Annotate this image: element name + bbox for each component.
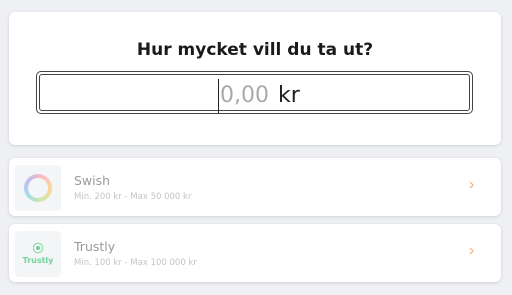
withdraw-title: Hur mycket vill du ta ut?: [136, 40, 374, 60]
method-name-swish: Swish: [74, 173, 111, 188]
withdraw-amount-card: Hur mycket vill du ta ut? kr: [9, 12, 501, 145]
chevron-right-icon: ›: [468, 241, 475, 261]
amount-input[interactable]: [220, 78, 270, 113]
method-limits-swish: Min. 200 kr - Max 50 000 kr: [74, 192, 192, 202]
trustly-mark-glyph: ⦿: [32, 242, 44, 255]
method-limits-trustly: Min. 100 kr - Max 100 000 kr: [74, 258, 197, 268]
swish-logo-icon: [15, 165, 61, 211]
payment-method-trustly[interactable]: ⦿ Trustly Trustly Min. 100 kr - Max 100 …: [9, 224, 501, 282]
payment-method-swish[interactable]: Swish Min. 200 kr - Max 50 000 kr ›: [9, 158, 501, 216]
method-name-trustly: Trustly: [74, 239, 116, 254]
amount-field[interactable]: kr: [36, 71, 473, 114]
amount-field-inner-border: kr: [39, 74, 470, 113]
trustly-logo-icon: ⦿ Trustly: [15, 231, 61, 277]
text-caret: [218, 79, 219, 113]
swish-ring-shape: [24, 174, 52, 202]
trustly-logo-text: Trustly: [22, 256, 54, 265]
chevron-right-icon: ›: [468, 175, 475, 195]
currency-label: kr: [278, 83, 300, 108]
